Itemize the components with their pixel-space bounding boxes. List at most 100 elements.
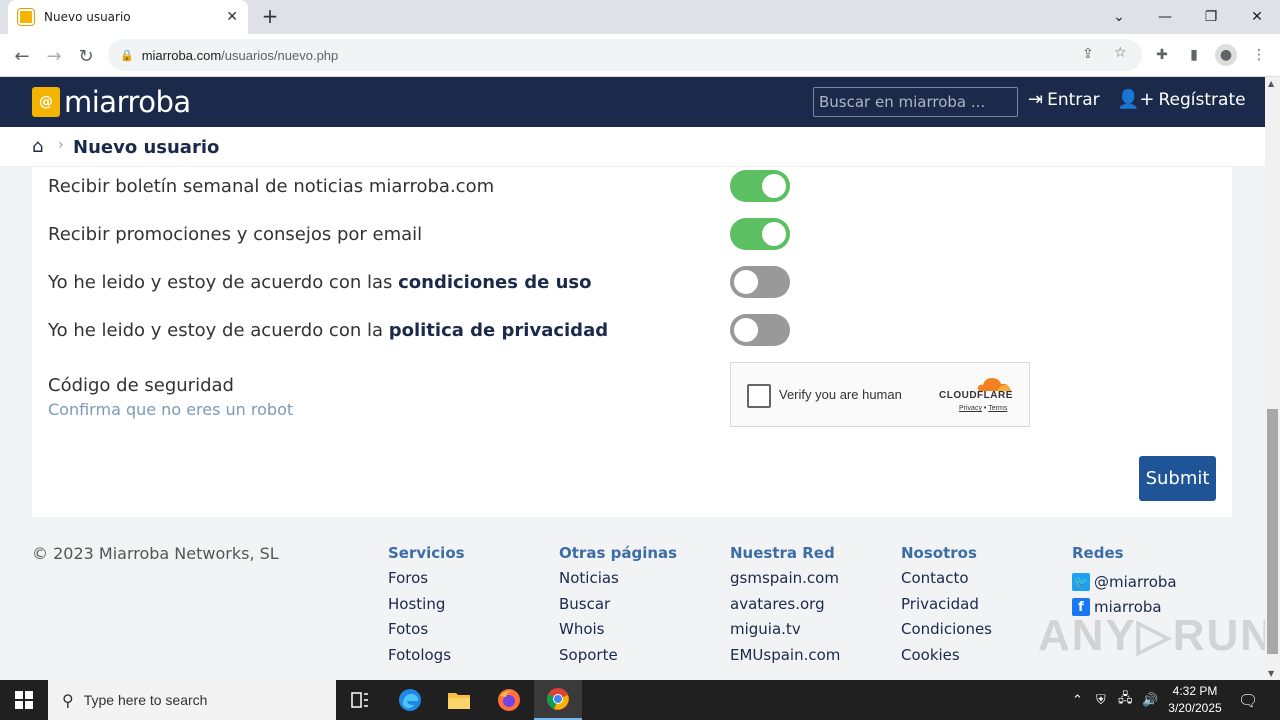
url-text: miarroba.com/usuarios/nuevo.php	[141, 47, 339, 63]
browser-toolbar: ← → ↻ 🔒 miarroba.com/usuarios/nuevo.php …	[0, 34, 1280, 77]
footer-link[interactable]: Condiciones	[901, 620, 992, 646]
submit-button[interactable]: Submit	[1139, 456, 1216, 501]
file-explorer-icon[interactable]	[435, 680, 483, 720]
clock-time: 4:32 PM	[1172, 684, 1218, 698]
forward-button[interactable]: →	[40, 42, 68, 70]
notification-icon[interactable]: 🗨	[1238, 680, 1258, 720]
footer-link[interactable]: Soporte	[559, 646, 677, 672]
terms-link[interactable]: condiciones de uso	[398, 272, 591, 293]
footer-column-nosotros: Nosotros Contacto Privacidad Condiciones…	[901, 544, 992, 671]
browser-tab-strip: Nuevo usuario ✕ + ⌄ — ❐ ✕	[0, 0, 1280, 34]
register-label: Regístrate	[1158, 89, 1246, 110]
captcha-terms-link[interactable]: Terms	[988, 405, 1007, 412]
footer-heading: Redes	[1072, 544, 1124, 562]
sign-in-icon: ⇥	[1028, 89, 1044, 110]
twitter-link[interactable]: 🐦 @miarroba	[1072, 569, 1177, 595]
footer-link[interactable]: Fotos	[388, 620, 465, 646]
footer-link[interactable]: gsmspain.com	[730, 569, 840, 595]
footer-link[interactable]: EMUspain.com	[730, 646, 840, 672]
footer-link[interactable]: Contacto	[901, 569, 992, 595]
copyright: © 2023 Miarroba Networks, SL	[32, 544, 279, 563]
promotions-toggle[interactable]	[730, 218, 790, 250]
lock-icon: 🔒	[120, 48, 134, 62]
site-logo[interactable]: @ miarroba	[32, 85, 191, 119]
home-icon[interactable]: ⌂	[32, 136, 43, 157]
registration-form: Recibir boletín semanal de noticias miar…	[32, 167, 1232, 517]
scrollbar-thumb[interactable]	[1267, 409, 1278, 654]
minimize-button[interactable]: —	[1142, 0, 1188, 34]
task-view-icon[interactable]	[336, 680, 384, 720]
footer-heading: Nuestra Red	[730, 544, 835, 562]
newsletter-toggle[interactable]	[730, 170, 790, 202]
privacy-link[interactable]: politica de privacidad	[389, 320, 608, 341]
search-icon: ⚲	[62, 690, 74, 710]
close-window-button[interactable]: ✕	[1234, 0, 1280, 34]
clock-date: 3/20/2025	[1168, 701, 1222, 715]
share-icon[interactable]: ⇪	[1082, 46, 1094, 62]
menu-dots-icon[interactable]: ⋮	[1248, 44, 1270, 66]
tab-search-icon[interactable]: ⌄	[1096, 0, 1142, 34]
volume-icon[interactable]: 🔊	[1142, 680, 1158, 720]
footer-link[interactable]: Cookies	[901, 646, 992, 672]
network-icon[interactable]: 🖧	[1118, 680, 1133, 720]
taskbar-clock[interactable]: 4:32 PM 3/20/2025	[1162, 683, 1228, 717]
privacy-toggle[interactable]	[730, 314, 790, 346]
privacy-label: Yo he leido y estoy de acuerdo con la po…	[48, 320, 609, 341]
footer-link[interactable]: Noticias	[559, 569, 677, 595]
security-tray-icon[interactable]: ⛨	[1096, 680, 1106, 720]
scroll-up-icon[interactable]: ▲	[1268, 79, 1274, 88]
breadcrumb: ⌂ › Nuevo usuario	[0, 127, 1265, 167]
footer-link[interactable]: Foros	[388, 569, 465, 595]
footer-link[interactable]: Fotologs	[388, 646, 465, 672]
footer-link[interactable]: Whois	[559, 620, 677, 646]
back-button[interactable]: ←	[8, 42, 36, 70]
firefox-icon[interactable]	[485, 680, 533, 720]
footer-link[interactable]: Hosting	[388, 595, 465, 621]
footer-link[interactable]: Buscar	[559, 595, 677, 621]
tray-overflow-icon[interactable]: ⌃	[1072, 680, 1083, 720]
cloudflare-brand: CLOUDFLARE	[939, 390, 1013, 401]
site-favicon-icon	[18, 9, 34, 25]
start-button[interactable]	[0, 680, 48, 720]
footer-link[interactable]: avatares.org	[730, 595, 840, 621]
anyrun-watermark: ANY▷RUN	[1038, 611, 1275, 660]
promotions-label: Recibir promociones y consejos por email	[48, 224, 423, 245]
footer-link[interactable]: Privacidad	[901, 595, 992, 621]
site-header: @ miarroba ⇥ Entrar 👤+ Regístrate	[0, 77, 1265, 127]
captcha-privacy-link[interactable]: Privacy	[959, 405, 982, 412]
extensions-icon[interactable]: ✚	[1151, 44, 1173, 66]
page-title: Nuevo usuario	[73, 137, 220, 158]
logo-mark-icon: @	[32, 87, 60, 117]
footer-link[interactable]: miguia.tv	[730, 620, 840, 646]
site-search-input[interactable]	[813, 87, 1018, 117]
security-code-hint: Confirma que no eres un robot	[48, 400, 294, 419]
verify-human-checkbox[interactable]	[747, 384, 771, 408]
tab-title: Nuevo usuario	[44, 10, 131, 24]
captcha-links: Privacy • Terms	[959, 405, 1008, 412]
newsletter-label: Recibir boletín semanal de noticias miar…	[48, 176, 495, 197]
footer-column-red: Nuestra Red gsmspain.com avatares.org mi…	[730, 544, 840, 671]
register-link[interactable]: 👤+ Regístrate	[1117, 89, 1246, 110]
chrome-icon[interactable]	[534, 680, 582, 720]
restore-button[interactable]: ❐	[1188, 0, 1234, 34]
twitter-icon: 🐦	[1072, 572, 1090, 591]
address-bar[interactable]: 🔒 miarroba.com/usuarios/nuevo.php	[108, 39, 1142, 71]
edge-icon[interactable]	[386, 680, 434, 720]
page-scrollbar[interactable]: ▲ ▼	[1265, 77, 1280, 680]
reload-button[interactable]: ↻	[72, 42, 100, 70]
chevron-right-icon: ›	[58, 137, 64, 153]
browser-tab[interactable]: Nuevo usuario ✕	[8, 0, 248, 34]
taskbar-search-box[interactable]: ⚲ Type here to search	[48, 680, 336, 720]
profile-icon[interactable]: ●	[1215, 44, 1237, 66]
login-link[interactable]: ⇥ Entrar	[1028, 89, 1100, 110]
tab-close-icon[interactable]: ✕	[226, 9, 238, 25]
footer-heading: Servicios	[388, 544, 465, 562]
new-tab-button[interactable]: +	[258, 4, 282, 28]
site-footer: © 2023 Miarroba Networks, SL Servicios F…	[0, 530, 1272, 680]
footer-column-servicios: Servicios Foros Hosting Fotos Fotologs	[388, 544, 465, 671]
terms-toggle[interactable]	[730, 266, 790, 298]
taskbar-search-placeholder: Type here to search	[83, 692, 208, 708]
side-panel-icon[interactable]: ▮	[1183, 44, 1205, 66]
bookmark-star-icon[interactable]: ☆	[1114, 45, 1127, 61]
scroll-down-icon[interactable]: ▼	[1268, 669, 1274, 678]
